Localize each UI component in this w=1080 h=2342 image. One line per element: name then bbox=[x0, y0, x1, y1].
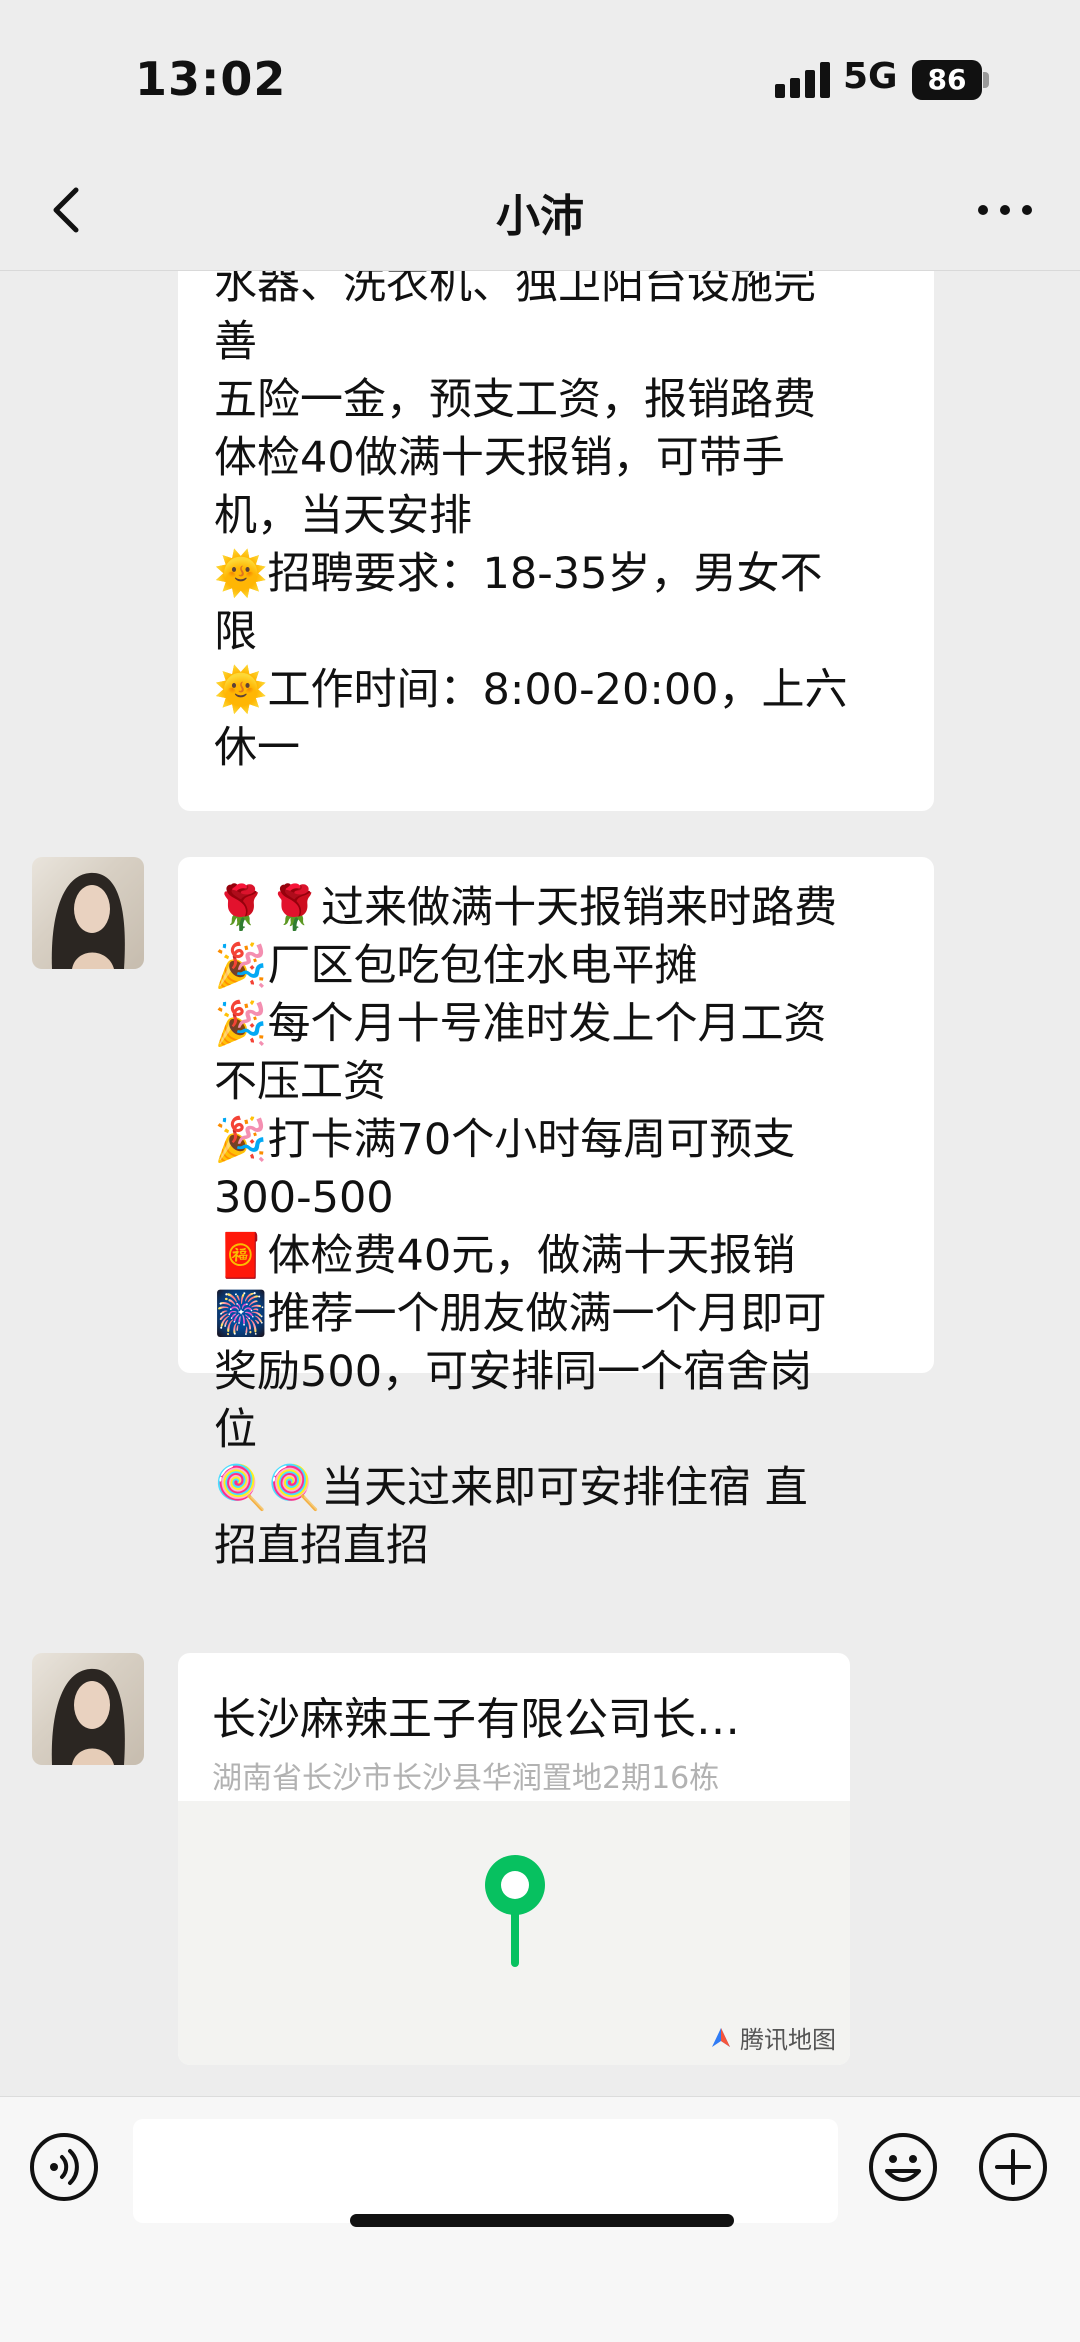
battery-level: 86 bbox=[927, 63, 967, 96]
chat-messages[interactable]: 水器、洗衣机、独卫阳台设施完 善 五险一金，预支工资，报销路费 体检40做满十天… bbox=[0, 271, 1080, 2096]
plus-icon[interactable] bbox=[977, 2131, 1049, 2203]
map-preview: 腾讯地图 bbox=[178, 1801, 850, 2065]
location-address: 湖南省长沙市长沙县华润置地2期16栋 bbox=[212, 1761, 720, 1796]
status-time: 13:02 bbox=[135, 52, 287, 106]
voice-icon[interactable] bbox=[28, 2131, 100, 2203]
emoji-icon[interactable] bbox=[867, 2131, 939, 2203]
home-indicator bbox=[350, 2214, 734, 2227]
more-dots-icon[interactable] bbox=[975, 190, 1035, 230]
network-type: 5G bbox=[843, 56, 898, 97]
battery-nub bbox=[983, 72, 989, 88]
avatar[interactable] bbox=[32, 857, 144, 969]
avatar[interactable] bbox=[32, 1653, 144, 1765]
location-title: 长沙麻辣王子有限公司长… bbox=[212, 1694, 740, 1745]
input-bar bbox=[0, 2096, 1080, 2342]
status-bar: 13:02 5G 86 bbox=[0, 0, 1080, 150]
map-brand: 腾讯地图 bbox=[708, 2020, 836, 2055]
message-bubble[interactable]: 🌹🌹过来做满十天报销来时路费 🎉厂区包吃包住水电平摊 🎉每个月十号准时发上个月工… bbox=[178, 857, 934, 1571]
message-input[interactable] bbox=[133, 2119, 838, 2223]
message-bubble[interactable]: 水器、洗衣机、独卫阳台设施完 善 五险一金，预支工资，报销路费 体检40做满十天… bbox=[178, 271, 934, 811]
map-pin-icon bbox=[485, 1855, 545, 1967]
chat-title: 小沛 bbox=[496, 191, 584, 242]
map-brand-label: 腾讯地图 bbox=[740, 2026, 836, 2054]
location-card[interactable]: 长沙麻辣王子有限公司长… 湖南省长沙市长沙县华润置地2期16栋 腾讯地图 bbox=[178, 1653, 850, 2065]
battery-icon: 86 bbox=[912, 60, 982, 100]
chat-header: 小沛 bbox=[0, 150, 1080, 271]
tencent-map-logo-icon bbox=[712, 2027, 730, 2047]
signal-icon bbox=[775, 62, 831, 98]
